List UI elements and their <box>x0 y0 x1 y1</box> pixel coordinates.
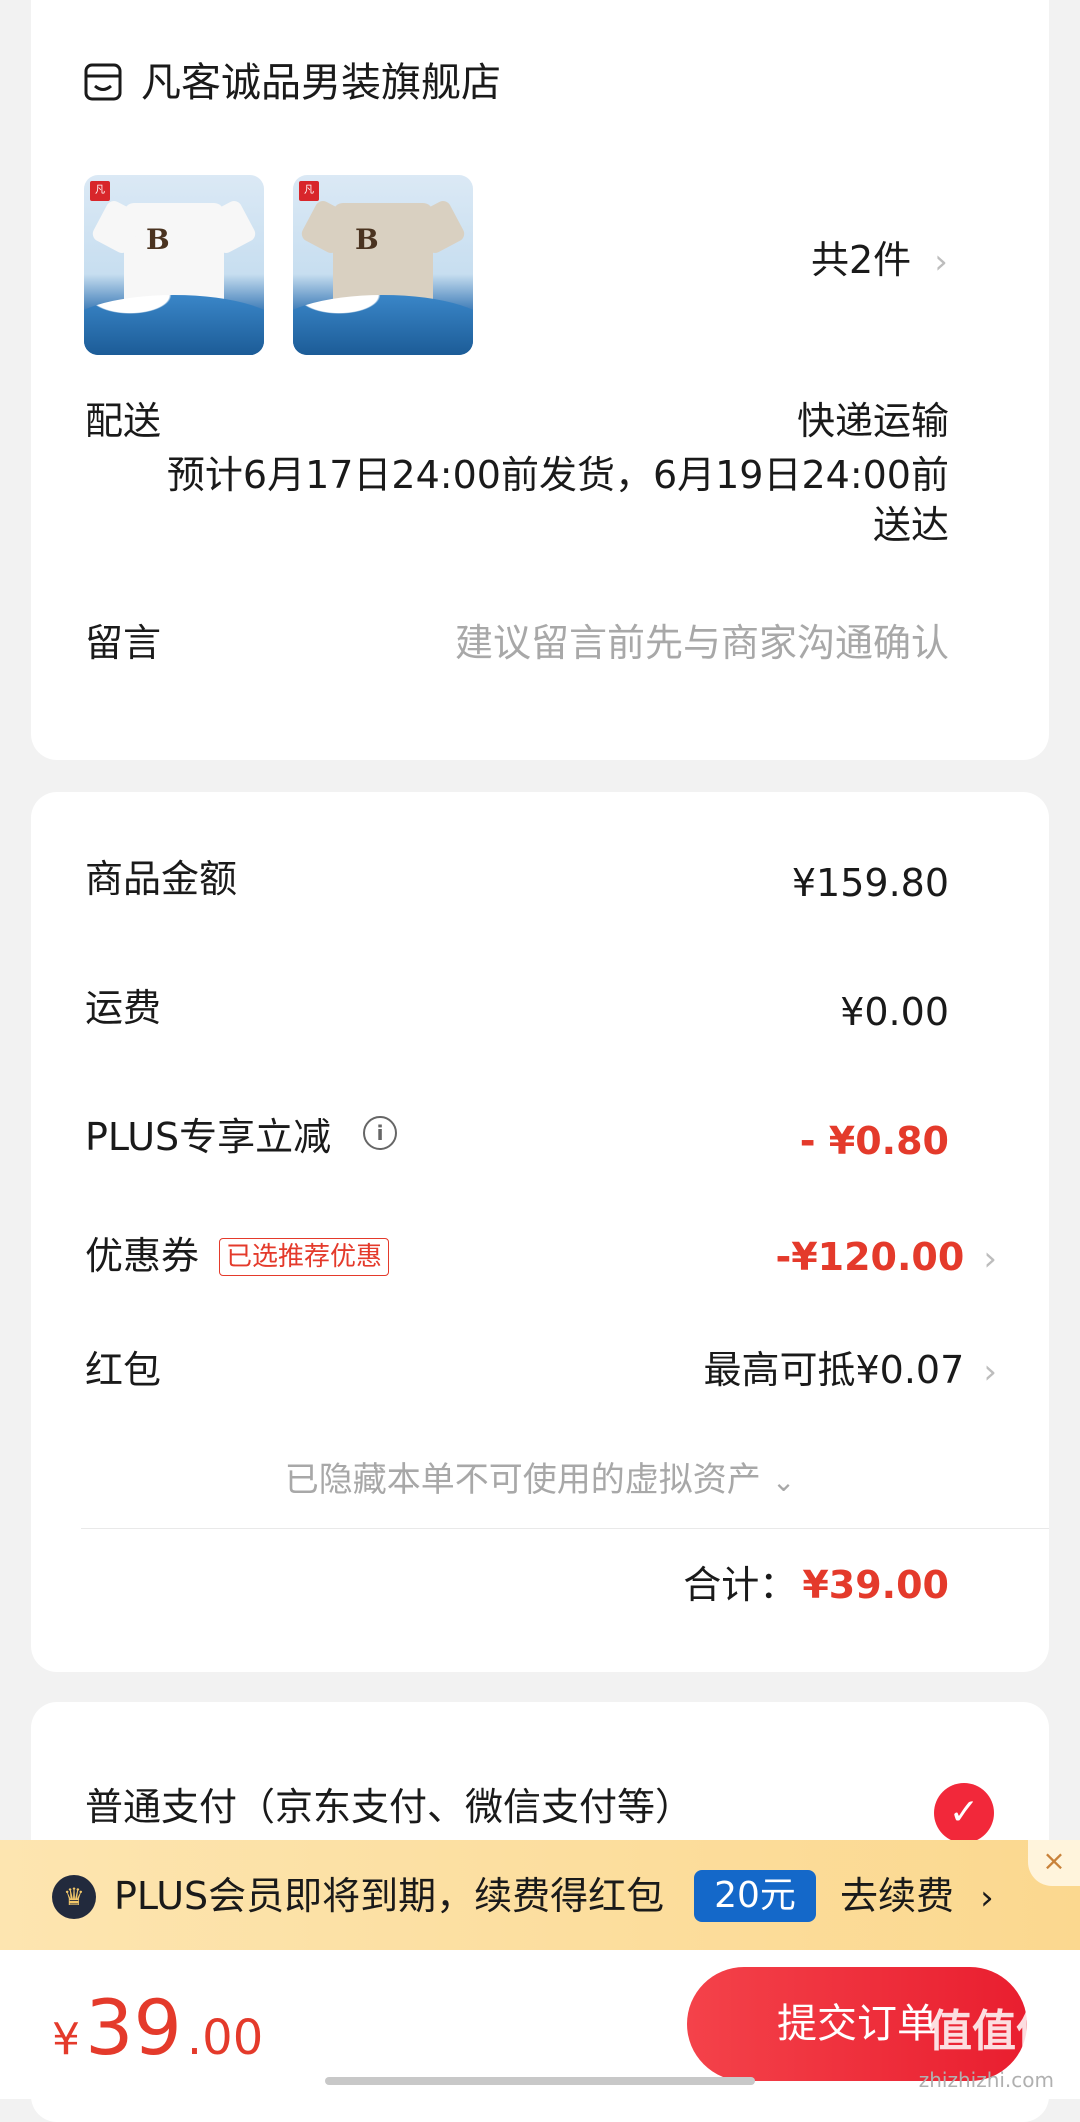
delivery-method[interactable]: 快递运输 <box>449 398 949 444</box>
plus-banner-amount: 20元 <box>694 1870 816 1922</box>
coupon-selector[interactable]: -¥120.00 › <box>775 1234 997 1280</box>
watermark-text: 值值值 <box>928 2006 1060 2057</box>
total-label: 合计： <box>683 1563 798 1607</box>
chevron-right-icon: › <box>983 1352 997 1392</box>
red-packet-label: 红包 <box>85 1348 162 1392</box>
message-input[interactable]: 建议留言前先与商家沟通确认 <box>249 620 949 666</box>
goods-amount-label: 商品金额 <box>85 857 238 901</box>
divider <box>81 1528 1049 1529</box>
close-icon[interactable]: × <box>1028 1840 1080 1886</box>
wave-decoration <box>84 295 264 355</box>
coupon-value: -¥120.00 <box>775 1235 965 1279</box>
price-card: 商品金额 ¥159.80 运费 ¥0.00 PLUS专享立减 i - ¥0.80… <box>31 792 1049 1672</box>
red-packet-selector[interactable]: 最高可抵¥0.07 › <box>704 1347 998 1393</box>
checkmark-selected-icon[interactable]: ✓ <box>934 1783 994 1843</box>
chevron-right-icon: › <box>934 242 948 282</box>
plus-discount-label: PLUS专享立减 <box>85 1115 332 1159</box>
footer-amount-int: 39 <box>85 1983 182 2072</box>
product-thumbnail-1[interactable]: 凡 B <box>84 175 264 355</box>
store-icon <box>84 63 122 101</box>
chevron-right-icon: › <box>980 1878 994 1918</box>
footer-currency: ¥ <box>52 2014 80 2065</box>
tshirt-logo-icon: B <box>146 223 170 256</box>
item-count-link[interactable]: 共2件 › <box>811 237 948 283</box>
footer-amount-dec: .00 <box>186 2010 264 2066</box>
item-count-label: 共2件 <box>811 238 912 282</box>
shipping-fee-label: 运费 <box>85 986 162 1030</box>
red-packet-value: 最高可抵¥0.07 <box>703 1348 965 1392</box>
plus-banner-text: PLUS会员即将到期，续费得红包 <box>114 1874 665 1918</box>
wave-decoration <box>293 295 473 355</box>
home-indicator[interactable] <box>325 2077 755 2085</box>
delivery-label: 配送 <box>85 399 162 443</box>
delivery-eta-line2: 送达 <box>872 503 949 547</box>
hidden-assets-toggle[interactable]: 已隐藏本单不可使用的虚拟资产 ⌄ <box>31 1452 1049 1501</box>
brand-badge-icon: 凡 <box>299 181 319 201</box>
hidden-assets-text: 已隐藏本单不可使用的虚拟资产 <box>284 1460 761 1500</box>
watermark-url: zhizhizhi.com <box>918 2068 1054 2092</box>
chevron-right-icon: › <box>983 1239 997 1279</box>
order-total: 合计： ¥39.00 <box>683 1562 949 1608</box>
tshirt-logo-icon: B <box>355 223 379 256</box>
product-thumbnail-2[interactable]: 凡 B <box>293 175 473 355</box>
delivery-eta-line1: 预计6月17日24:00前发货，6月19日24:00前 <box>166 453 949 497</box>
coupon-recommended-tag: 已选推荐优惠 <box>219 1238 390 1276</box>
plus-discount-value: - ¥0.80 <box>799 1119 949 1163</box>
renew-link[interactable]: 去续费 › <box>840 1871 994 1923</box>
renew-link-label: 去续费 <box>840 1874 955 1918</box>
payment-option-label[interactable]: 普通支付（京东支付、微信支付等） <box>85 1784 693 1830</box>
total-value: ¥39.00 <box>802 1563 949 1607</box>
brand-badge-icon: 凡 <box>90 181 110 201</box>
info-icon[interactable]: i <box>363 1116 397 1150</box>
chevron-down-icon: ⌄ <box>771 1465 796 1498</box>
shop-name[interactable]: 凡客诚品男装旗舰店 <box>141 60 501 106</box>
coupon-label: 优惠券 <box>85 1234 200 1278</box>
shipping-fee-value: ¥0.00 <box>840 990 949 1034</box>
footer-total: ¥ 39 .00 <box>52 1978 263 2099</box>
message-label: 留言 <box>85 621 162 665</box>
goods-amount-value: ¥159.80 <box>791 861 949 905</box>
shop-card: 凡客诚品男装旗舰店 凡 B 凡 B 共2件 › 配送 快递运输 预计6月17日2… <box>31 0 1049 760</box>
plus-renewal-banner[interactable]: ♛ PLUS会员即将到期，续费得红包 20元 去续费 › × <box>0 1840 1080 1950</box>
plus-crown-icon: ♛ <box>52 1875 96 1919</box>
